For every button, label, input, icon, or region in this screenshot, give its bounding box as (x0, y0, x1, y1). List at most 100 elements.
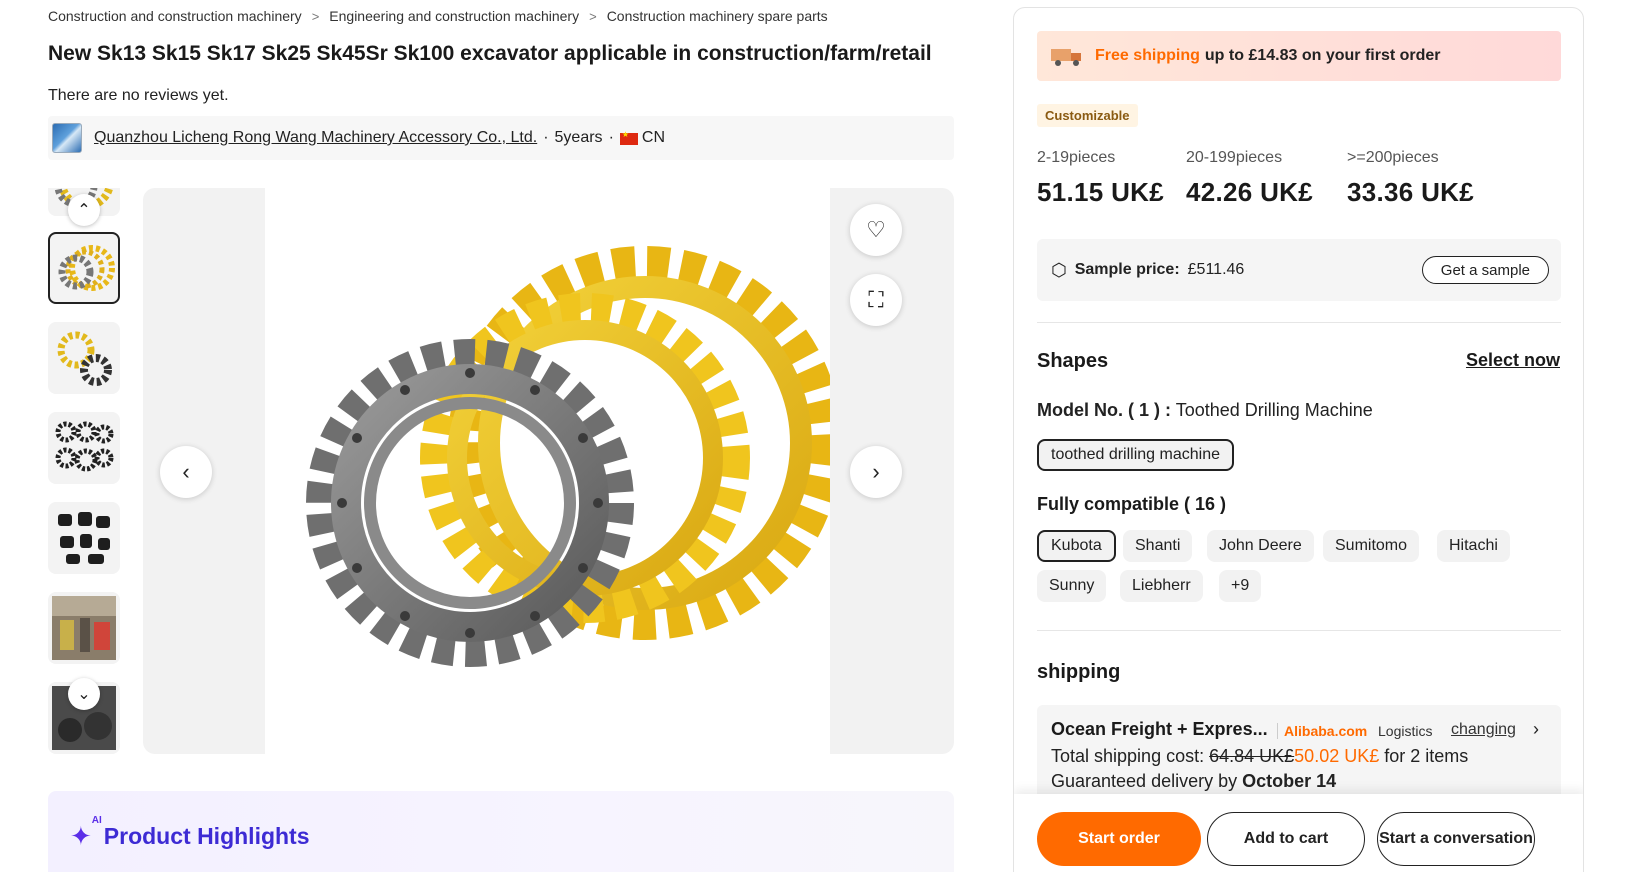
product-title: New Sk13 Sk15 Sk17 Sk25 Sk45Sr Sk100 exc… (48, 42, 932, 65)
model-value: Toothed Drilling Machine (1175, 400, 1373, 420)
supplier-link[interactable]: Quanzhou Licheng Rong Wang Machinery Acc… (94, 129, 537, 147)
favorite-button[interactable]: ♡ (850, 204, 902, 256)
breadcrumb-item[interactable]: Engineering and construction machinery (329, 8, 579, 24)
previous-image-button[interactable]: ‹ (160, 446, 212, 498)
compatible-chip[interactable]: Shanti (1123, 530, 1193, 562)
truck-icon (1051, 49, 1081, 66)
compatible-chip[interactable]: Liebherr (1120, 570, 1203, 602)
tier-price: 42.26 UK£ (1186, 177, 1313, 207)
ai-badge: AI (91, 815, 102, 826)
image-search-button[interactable]: ⛶ (850, 274, 902, 326)
alibaba-logo: Alibaba.com (1277, 723, 1367, 739)
change-shipping-link[interactable]: changing (1451, 721, 1516, 739)
customizable-badge: Customizable (1037, 104, 1138, 127)
sprocket-set-image (306, 246, 842, 667)
tier-quantity: 20-199pieces (1186, 149, 1283, 166)
product-image-canvas (265, 188, 842, 754)
gears-thumbnail-image (57, 331, 112, 386)
tier-quantity: >=200pieces (1347, 149, 1439, 166)
price-tier: 2-19pieces 51.15 UK£ (1037, 149, 1164, 208)
shipping-title: shipping (1037, 661, 1121, 683)
sprocket-set-thumbnail-image (58, 245, 115, 291)
shapes-title: Shapes (1037, 350, 1109, 372)
package-icon: ⬡ (1051, 259, 1067, 280)
shipping-cost-label: Total shipping cost: (1051, 746, 1205, 766)
chevron-right-icon: > (311, 8, 320, 24)
free-shipping-text: up to £14.83 on your first order (1204, 47, 1441, 64)
model-line: Model No. ( 1 ) : Toothed Drilling Machi… (1037, 400, 1373, 421)
shipping-cost-suffix: for 2 items (1384, 746, 1469, 766)
more-compatible-chip[interactable]: +9 (1219, 570, 1262, 602)
divider (1037, 322, 1561, 323)
add-to-cart-button[interactable]: Add to cart (1207, 812, 1365, 866)
thumbnail[interactable] (48, 592, 120, 664)
delivery-date: October 14 (1242, 771, 1337, 791)
supplier-country: CN (641, 129, 665, 146)
free-shipping-label: Free shipping (1095, 47, 1200, 64)
sample-price-label: Sample price: (1074, 261, 1180, 278)
compatible-title: Fully compatible ( 16 ) (1037, 494, 1227, 514)
highlights-title: ✦ AI Product Highlights (70, 815, 310, 852)
product-highlights: ✦ AI Product Highlights (48, 791, 954, 872)
delivery-label: Guaranteed delivery by (1051, 771, 1238, 791)
supplier-bar: Quanzhou Licheng Rong Wang Machinery Acc… (48, 116, 954, 160)
tier-price: 51.15 UK£ (1037, 177, 1164, 207)
sample-price-value: £511.46 (1187, 261, 1245, 278)
old-shipping-cost: 64.84 UK£ (1209, 746, 1295, 766)
thumbnail-up-button[interactable]: ⌃ (68, 194, 100, 226)
separator: · (543, 129, 549, 146)
model-option-chip[interactable]: toothed drilling machine (1037, 439, 1234, 471)
tier-quantity: 2-19pieces (1037, 149, 1116, 166)
chevron-right-icon: > (589, 8, 597, 24)
shipping-cost: Total shipping cost: 64.84 UK£50.02 UK£ … (1051, 746, 1468, 767)
start-conversation-button[interactable]: Start a conversation (1377, 812, 1535, 866)
chevron-down-icon: ⌄ (77, 686, 91, 703)
divider (1037, 630, 1561, 631)
next-image-button[interactable]: › (850, 446, 902, 498)
track-parts-thumbnail-image (58, 512, 110, 564)
heart-icon: ♡ (866, 217, 886, 242)
action-bar: Start order Add to cart Start a conversa… (1014, 794, 1583, 872)
breadcrumb-item[interactable]: Construction and construction machinery (48, 8, 302, 24)
delivery-line: Guaranteed delivery by October 14 (1051, 771, 1336, 792)
sample-price-box: ⬡ Sample price: £511.46 Get a sample (1037, 239, 1561, 301)
start-order-button[interactable]: Start order (1037, 812, 1201, 866)
select-now-link[interactable]: Select now (1466, 350, 1560, 371)
compatible-chip[interactable]: Kubota (1037, 530, 1116, 562)
get-sample-button[interactable]: Get a sample (1421, 256, 1549, 284)
compatible-chip[interactable]: Sunny (1037, 570, 1107, 602)
main-product-image: ♡ ⛶ ‹ › (143, 188, 954, 754)
image-search-icon: ⛶ (868, 287, 884, 312)
thumbnail-list: ⌃ ⌄ (48, 188, 120, 754)
purchase-panel: Free shipping up to £14.83 on your first… (1013, 7, 1584, 872)
free-shipping-banner: Free shipping up to £14.83 on your first… (1037, 31, 1561, 81)
thumbnail[interactable] (48, 502, 120, 574)
supplier-years: 5years (554, 129, 603, 146)
chevron-right-icon[interactable]: › (1533, 719, 1539, 740)
thumbnail-down-button[interactable]: ⌄ (68, 678, 100, 710)
chevron-left-icon: ‹ (182, 459, 190, 484)
warehouse-thumbnail-image (52, 596, 116, 660)
reviews-text: There are no reviews yet. (48, 87, 229, 104)
shipping-method: Ocean Freight + Expres... (1051, 719, 1268, 739)
compatible-chip[interactable]: Sumitomo (1323, 530, 1420, 562)
tier-price: 33.36 UK£ (1347, 177, 1474, 207)
model-label: Model No. ( 1 ) : (1037, 400, 1171, 420)
logistics-label: Logistics (1378, 723, 1433, 739)
supplier-logo (52, 123, 82, 153)
thumbnail[interactable] (48, 322, 120, 394)
compatible-chip[interactable]: John Deere (1207, 530, 1314, 562)
separator: · (608, 129, 614, 146)
thumbnail[interactable] (48, 412, 120, 484)
breadcrumb: Construction and construction machinery … (48, 8, 828, 24)
china-flag-icon (619, 130, 638, 145)
breadcrumb-item[interactable]: Construction machinery spare parts (607, 8, 828, 24)
product-page: Construction and construction machinery … (0, 0, 1636, 872)
compatible-chip[interactable]: Hitachi (1437, 530, 1510, 562)
thumbnail-selected[interactable] (48, 232, 120, 304)
chevron-right-icon: › (872, 459, 880, 484)
price-tier: 20-199pieces 42.26 UK£ (1186, 149, 1313, 208)
price-tier: >=200pieces 33.36 UK£ (1347, 149, 1474, 208)
new-shipping-cost: 50.02 UK£ (1294, 746, 1380, 766)
chevron-up-icon: ⌃ (77, 202, 91, 219)
